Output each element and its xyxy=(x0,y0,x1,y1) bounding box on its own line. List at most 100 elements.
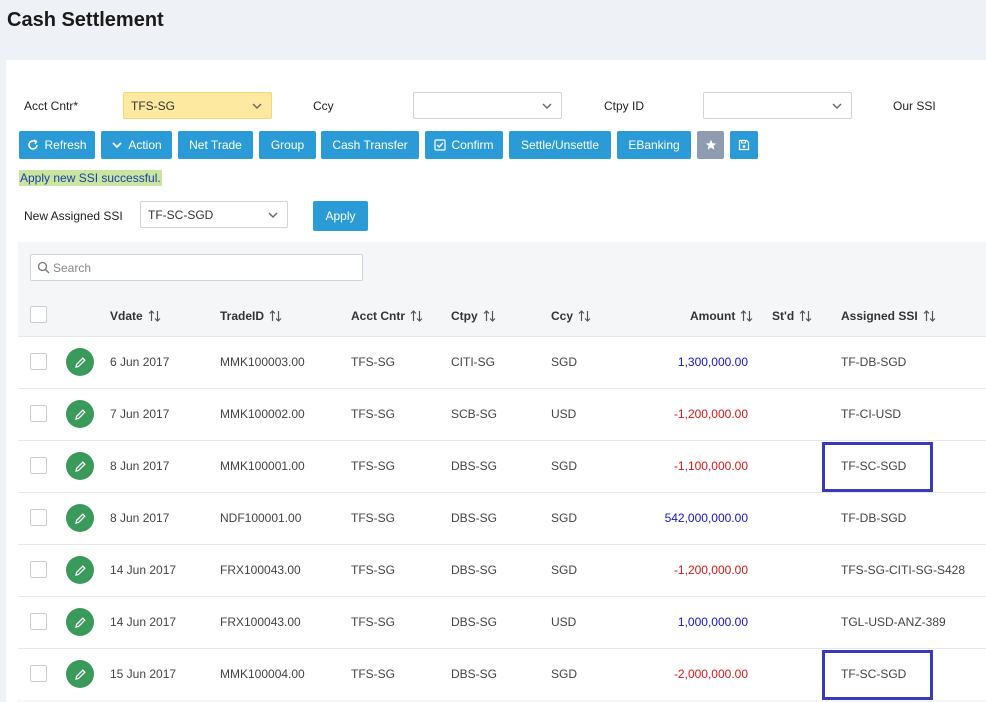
group-button[interactable]: Group xyxy=(259,131,316,159)
ccy-label: Ccy xyxy=(313,99,334,113)
sort-icon xyxy=(483,310,496,322)
row-checkbox[interactable] xyxy=(30,457,47,474)
settle-unsettle-label: Settle/Unsettle xyxy=(520,138,600,152)
net-trade-button[interactable]: Net Trade xyxy=(178,131,253,159)
row-checkbox[interactable] xyxy=(30,613,47,630)
new-assigned-ssi-select[interactable]: TF-SC-SGD xyxy=(140,201,288,228)
save-button[interactable] xyxy=(730,131,758,159)
table-row[interactable]: 6 Jun 2017 MMK100003.00 TFS-SG CITI-SG SGD 1,… xyxy=(18,336,986,388)
pencil-icon xyxy=(74,460,86,472)
row-checkbox[interactable] xyxy=(30,405,47,422)
pencil-icon xyxy=(74,408,86,420)
settle-unsettle-button[interactable]: Settle/Unsettle xyxy=(509,131,611,159)
search-input[interactable] xyxy=(53,259,353,277)
edit-button[interactable] xyxy=(66,504,94,532)
cell-acct-cntr: TFS-SG xyxy=(351,459,395,473)
col-assigned-ssi-label: Assigned SSI xyxy=(841,309,918,323)
pencil-icon xyxy=(74,356,86,368)
search-box xyxy=(30,254,363,281)
cell-amount: -1,100,000.00 xyxy=(673,459,748,473)
ccy-select[interactable] xyxy=(413,92,562,119)
cell-amount: -1,200,000.00 xyxy=(673,407,748,421)
col-ctpy-header[interactable]: Ctpy xyxy=(451,309,496,323)
cell-ctpy: DBS-SG xyxy=(451,667,498,681)
acct-cntr-select[interactable]: TFS-SG xyxy=(123,92,272,119)
col-ctpy-label: Ctpy xyxy=(451,309,478,323)
cell-assigned-ssi: TGL-USD-ANZ-389 xyxy=(841,615,946,629)
star-icon xyxy=(705,139,716,150)
cell-vdate: 6 Jun 2017 xyxy=(110,355,170,369)
favorite-button[interactable] xyxy=(697,131,724,159)
cell-assigned-ssi: TF-DB-SGD xyxy=(841,511,907,525)
cell-ctpy: DBS-SG xyxy=(451,563,498,577)
edit-button[interactable] xyxy=(66,348,94,376)
cell-ctpy: DBS-SG xyxy=(451,459,498,473)
net-trade-label: Net Trade xyxy=(189,138,242,152)
cell-ccy: SGD xyxy=(551,511,578,525)
col-std-label: St'd xyxy=(772,309,795,323)
col-amount-header[interactable]: Amount xyxy=(690,309,753,323)
save-icon xyxy=(738,139,750,151)
table-row[interactable]: 14 Jun 2017 FRX100043.00 TFS-SG DBS-SG SGD -1… xyxy=(18,544,986,596)
table-row[interactable]: 8 Jun 2017 NDF100001.00 TFS-SG DBS-SG SGD 542… xyxy=(18,492,986,544)
table-row[interactable]: 7 Jun 2017 MMK100002.00 TFS-SG SCB-SG USD -1,… xyxy=(18,388,986,440)
col-std-header[interactable]: St'd xyxy=(772,309,812,323)
cell-vdate: 8 Jun 2017 xyxy=(110,459,170,473)
cell-vdate: 7 Jun 2017 xyxy=(110,407,170,421)
refresh-button[interactable]: Refresh xyxy=(19,131,95,159)
confirm-button[interactable]: Confirm xyxy=(425,131,503,159)
pencil-icon xyxy=(74,564,86,576)
col-ccy-label: Ccy xyxy=(551,309,574,323)
action-button[interactable]: Action xyxy=(101,131,172,159)
sort-icon xyxy=(740,310,753,322)
edit-button[interactable] xyxy=(66,452,94,480)
table-row[interactable]: 8 Jun 2017 MMK100001.00 TFS-SG DBS-SG SGD -1,… xyxy=(18,440,986,492)
ebanking-button[interactable]: EBanking xyxy=(617,131,691,159)
table-row[interactable]: 14 Jun 2017 FRX100043.00 TFS-SG DBS-SG USD 1,… xyxy=(18,596,986,648)
cell-amount: 1,300,000.00 xyxy=(677,355,748,369)
cell-ccy: USD xyxy=(551,615,577,629)
cell-tradeid: NDF100001.00 xyxy=(220,511,302,525)
cell-assigned-ssi: TF-DB-SGD xyxy=(841,355,907,369)
col-tradeid-header[interactable]: TradeID xyxy=(220,309,282,323)
cell-ccy: SGD xyxy=(551,355,578,369)
edit-button[interactable] xyxy=(66,400,94,428)
sort-icon xyxy=(923,310,936,322)
select-all-checkbox[interactable] xyxy=(30,306,47,323)
cell-vdate: 8 Jun 2017 xyxy=(110,511,170,525)
row-checkbox[interactable] xyxy=(30,509,47,526)
table-row[interactable]: 15 Jun 2017 MMK100004.00 TFS-SG DBS-SG SGD -2… xyxy=(18,648,986,700)
cell-acct-cntr: TFS-SG xyxy=(351,667,395,681)
cell-assigned-ssi: TFS-SG-CITI-SG-S428 xyxy=(841,563,966,577)
col-acct-cntr-header[interactable]: Acct Cntr xyxy=(351,309,423,323)
sort-icon xyxy=(799,310,812,322)
row-checkbox[interactable] xyxy=(30,353,47,370)
cell-assigned-ssi: TF-CI-USD xyxy=(841,407,901,421)
ctpy-id-select[interactable] xyxy=(703,92,852,119)
confirm-label: Confirm xyxy=(451,138,494,152)
col-vdate-header[interactable]: Vdate xyxy=(110,309,161,323)
page-title: Cash Settlement xyxy=(7,9,164,31)
sort-icon xyxy=(410,310,423,322)
cell-ctpy: DBS-SG xyxy=(451,511,498,525)
cell-acct-cntr: TFS-SG xyxy=(351,563,395,577)
chevron-down-icon xyxy=(542,103,552,109)
cell-tradeid: FRX100043.00 xyxy=(220,615,301,629)
success-message: Apply new SSI successful. xyxy=(19,170,162,186)
edit-button[interactable] xyxy=(66,608,94,636)
edit-button[interactable] xyxy=(66,660,94,688)
pencil-icon xyxy=(74,512,86,524)
checkbox-checked-icon xyxy=(434,139,447,151)
row-checkbox[interactable] xyxy=(30,561,47,578)
new-assigned-ssi-value: TF-SC-SGD xyxy=(148,208,214,222)
col-ccy-header[interactable]: Ccy xyxy=(551,309,591,323)
edit-button[interactable] xyxy=(66,556,94,584)
ctpy-id-label: Ctpy ID xyxy=(604,99,645,113)
col-assigned-ssi-header[interactable]: Assigned SSI xyxy=(841,309,936,323)
refresh-icon xyxy=(28,139,39,150)
acct-cntr-label: Acct Cntr* xyxy=(24,99,79,113)
cash-transfer-button[interactable]: Cash Transfer xyxy=(321,131,419,159)
apply-button[interactable]: Apply xyxy=(313,201,368,231)
row-checkbox[interactable] xyxy=(30,665,47,682)
col-vdate-label: Vdate xyxy=(110,309,143,323)
